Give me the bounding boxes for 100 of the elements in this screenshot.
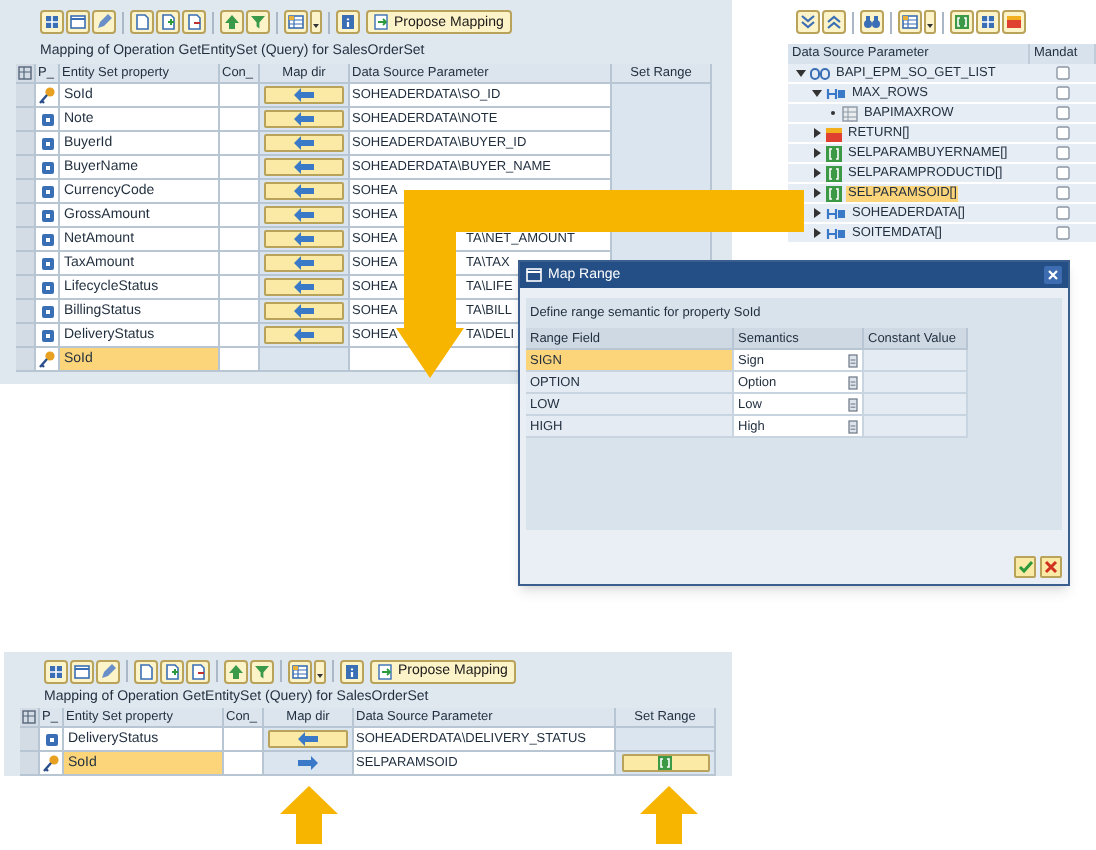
link-icon: [810, 67, 830, 79]
map-direction-button[interactable]: [264, 230, 344, 248]
square-icon: [41, 137, 53, 149]
up-arrow-icon[interactable]: [224, 659, 248, 684]
filter-icon[interactable]: [246, 10, 270, 34]
table-cell: [220, 348, 260, 372]
window-icon[interactable]: [66, 10, 90, 34]
pencil-icon[interactable]: [92, 10, 116, 34]
map-direction-button[interactable]: [264, 326, 344, 344]
table-cell: [864, 372, 968, 394]
triangle-right-icon[interactable]: [812, 168, 822, 178]
table-icon[interactable]: [288, 659, 312, 684]
map-direction-button[interactable]: [264, 278, 344, 296]
checkbox[interactable]: [1056, 86, 1070, 100]
map-direction-button[interactable]: [264, 110, 344, 128]
checkbox[interactable]: [1056, 126, 1070, 140]
page-add-icon[interactable]: [160, 659, 184, 684]
triangle-right-icon[interactable]: [812, 128, 822, 138]
right-arrow-icon[interactable]: [298, 756, 318, 770]
pencil-icon[interactable]: [96, 659, 120, 684]
map-direction-button[interactable]: [268, 730, 348, 748]
return-icon: [826, 125, 842, 141]
table-icon[interactable]: [898, 10, 922, 34]
map-direction-button[interactable]: [264, 182, 344, 200]
bullet-icon: [828, 108, 838, 118]
window-icon: [526, 268, 542, 282]
binoculars-icon[interactable]: [860, 10, 884, 34]
left-arrow-icon: [298, 732, 318, 746]
info-icon[interactable]: [336, 10, 360, 34]
triangle-right-icon[interactable]: [812, 228, 822, 238]
page-remove-icon[interactable]: [182, 10, 206, 34]
page-icon[interactable]: [130, 10, 154, 34]
square-icon: [41, 305, 53, 317]
table-cell: [864, 394, 968, 416]
collapse-all-icon[interactable]: [822, 10, 846, 34]
structure-icon: [826, 87, 846, 99]
checkbox[interactable]: [1056, 66, 1070, 80]
square-icon: [41, 329, 53, 341]
grid-icon[interactable]: [976, 10, 1000, 34]
triangle-right-icon[interactable]: [812, 208, 822, 218]
window-icon[interactable]: [70, 659, 94, 684]
triangle-right-icon[interactable]: [812, 188, 822, 198]
callout-arrow: [280, 786, 338, 844]
filter-icon[interactable]: [250, 659, 274, 684]
triangle-down-icon[interactable]: [796, 68, 806, 78]
page-arrow-icon: [378, 663, 394, 680]
structure-icon: [826, 207, 846, 219]
confirm-button[interactable]: [1014, 556, 1036, 578]
bracket-icon[interactable]: [950, 10, 974, 34]
checkbox[interactable]: [1056, 106, 1070, 120]
checkbox[interactable]: [1056, 206, 1070, 220]
grid-icon[interactable]: [44, 659, 68, 684]
map-direction-button[interactable]: [264, 206, 344, 224]
up-arrow-icon[interactable]: [220, 10, 244, 34]
page-add-icon[interactable]: [156, 10, 180, 34]
square-icon: [41, 161, 53, 173]
value-help-icon[interactable]: [848, 375, 858, 389]
set-range-button[interactable]: [621, 754, 709, 772]
page-remove-icon[interactable]: [186, 659, 210, 684]
checkbox[interactable]: [1056, 226, 1070, 240]
square-icon: [41, 185, 53, 197]
expand-all-icon[interactable]: [796, 10, 820, 34]
value-help-icon[interactable]: [848, 397, 858, 411]
table-icon[interactable]: [284, 10, 308, 34]
table-cell: [864, 350, 968, 372]
square-icon: [41, 257, 53, 269]
value-help-icon[interactable]: [848, 353, 858, 367]
key-icon: [38, 349, 56, 369]
caret-icon[interactable]: [924, 10, 936, 34]
bracket-icon: [658, 756, 672, 770]
close-icon[interactable]: [1044, 266, 1062, 284]
grid-icon[interactable]: [40, 10, 64, 34]
caret-icon[interactable]: [314, 659, 326, 684]
cancel-button[interactable]: [1040, 556, 1062, 578]
map-direction-button[interactable]: [264, 302, 344, 320]
value-help-icon[interactable]: [848, 419, 858, 433]
callout-arrow: [640, 786, 698, 844]
checkbox[interactable]: [1056, 146, 1070, 160]
checkbox[interactable]: [1056, 186, 1070, 200]
caret-icon[interactable]: [310, 10, 322, 34]
map-direction-button[interactable]: [264, 134, 344, 152]
page-arrow-icon: [374, 14, 390, 30]
page-icon[interactable]: [134, 659, 158, 684]
structure-icon: [826, 227, 846, 239]
map-direction-button[interactable]: [264, 254, 344, 272]
checkbox[interactable]: [1056, 166, 1070, 180]
square-icon: [45, 733, 57, 745]
close-icon: [1044, 560, 1058, 574]
map-direction-button[interactable]: [264, 158, 344, 176]
square-icon: [41, 281, 53, 293]
return-icon[interactable]: [1002, 10, 1026, 34]
key-icon: [38, 85, 56, 105]
info-icon[interactable]: [340, 659, 364, 684]
triangle-right-icon[interactable]: [812, 148, 822, 158]
key-icon: [42, 753, 60, 773]
square-icon: [41, 113, 53, 125]
triangle-down-icon[interactable]: [812, 88, 822, 98]
check-icon: [1017, 560, 1033, 574]
map-direction-button[interactable]: [264, 86, 344, 104]
table-cell: [864, 416, 968, 438]
